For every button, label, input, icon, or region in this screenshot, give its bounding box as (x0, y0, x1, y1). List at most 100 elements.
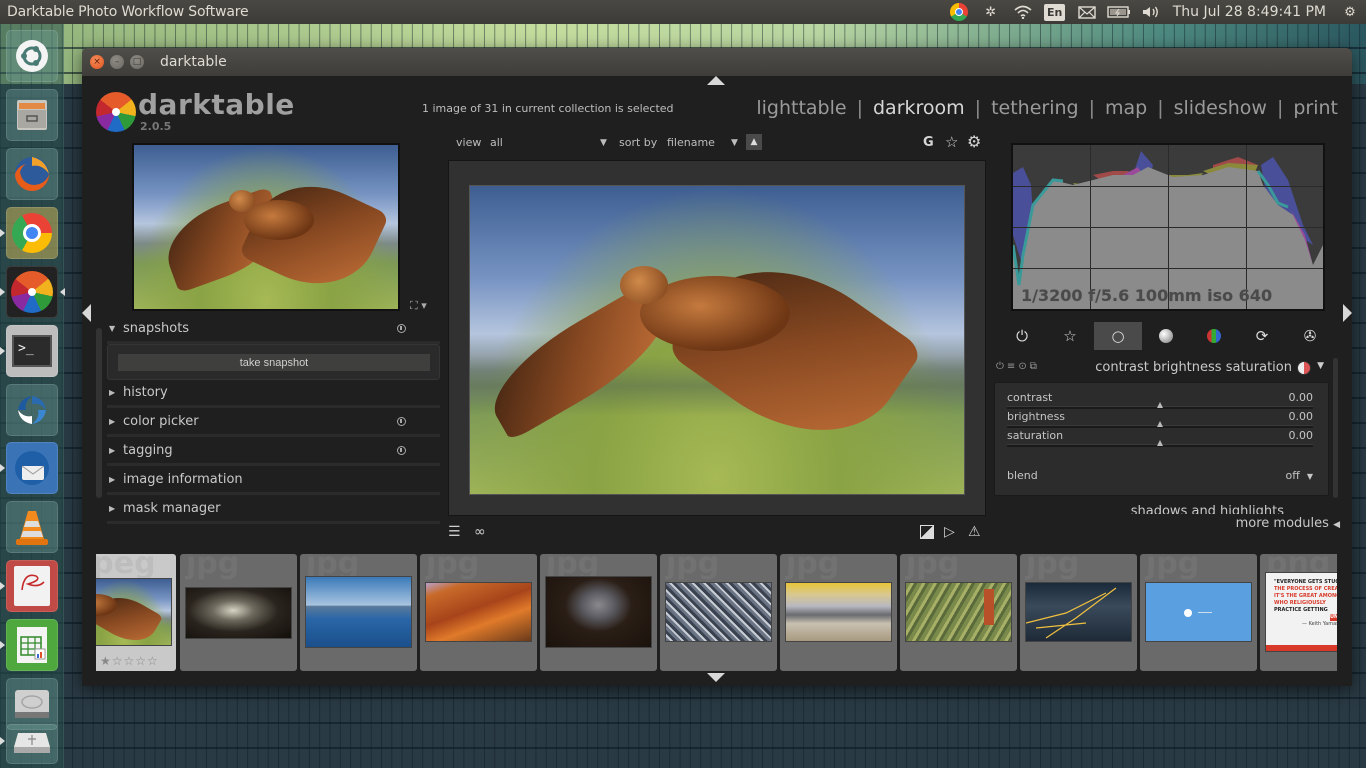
filmstrip-item[interactable]: jpg (660, 554, 777, 671)
launcher-vlc[interactable] (6, 501, 58, 553)
launcher-ubuntu-dash[interactable] (6, 30, 58, 82)
filmstrip-item[interactable]: jpg (180, 554, 297, 671)
filmstrip-item[interactable]: jpg (540, 554, 657, 671)
power-icon[interactable]: ⏻ (998, 322, 1046, 350)
launcher-document-viewer[interactable] (6, 560, 58, 612)
launcher-shotwell[interactable] (6, 384, 58, 436)
effects-aperture-icon[interactable]: ✇ (1286, 322, 1334, 350)
module-snapshots[interactable]: ▼ snapshots (107, 316, 440, 344)
right-panel-scrollbar[interactable] (1333, 358, 1338, 498)
chrome-icon[interactable] (943, 0, 975, 24)
sort-dropdown-icon[interactable]: ▼ (731, 138, 738, 148)
launcher-thunderbird[interactable] (6, 442, 58, 494)
overlay-star-icon[interactable]: ☆ (945, 133, 958, 151)
sync-icon[interactable]: ✲ (975, 0, 1007, 24)
collapse-right-panel-arrow-icon[interactable] (1343, 304, 1352, 322)
reset-icon[interactable] (397, 417, 406, 426)
module-presets-icon[interactable]: ≡ (1007, 361, 1018, 372)
module-reset-icon[interactable]: ⊙ (1018, 361, 1029, 372)
view-print[interactable]: print (1293, 97, 1338, 119)
presets-menu-icon[interactable]: ☰ (448, 524, 461, 540)
module-enable-icon[interactable]: ⏻ (996, 361, 1007, 372)
filmstrip-item[interactable]: png "EVERYONE GETS STUCK THE PROCESS OF … (1260, 554, 1337, 671)
view-tethering[interactable]: tethering (991, 97, 1079, 119)
launcher-firefox[interactable] (6, 148, 58, 200)
filmstrip-item[interactable]: jpg (780, 554, 897, 671)
preferences-gear-icon[interactable]: ⚙ (967, 132, 981, 151)
center-image-area[interactable] (448, 160, 986, 516)
keyboard-language-icon[interactable]: En (1039, 0, 1071, 24)
slider-knob[interactable] (1157, 440, 1163, 446)
launcher-usb-drive[interactable] (6, 724, 58, 764)
overexposure-toggle-icon[interactable] (920, 525, 934, 539)
launcher-terminal[interactable]: >_ (6, 325, 58, 377)
volume-icon[interactable] (1135, 0, 1167, 24)
star-rating[interactable]: ★☆☆☆☆ (100, 654, 159, 668)
contrast-slider[interactable]: contrast 0.00 (1007, 391, 1313, 409)
slider-knob[interactable] (1157, 421, 1163, 427)
launcher-darktable[interactable] (6, 266, 58, 318)
softproof-icon[interactable]: ▷ (944, 524, 955, 540)
favorites-star-icon[interactable]: ☆ (1046, 322, 1094, 350)
collapse-left-panel-arrow-icon[interactable] (82, 304, 91, 322)
saturation-slider[interactable]: saturation 0.00 (1007, 429, 1313, 447)
collapse-top-panel-arrow-icon[interactable] (707, 76, 725, 85)
correction-arrows-icon[interactable]: ⟳ (1238, 322, 1286, 350)
view-lighttable[interactable]: lighttable (756, 97, 846, 119)
view-slideshow[interactable]: slideshow (1174, 97, 1267, 119)
launcher-libreoffice-calc[interactable] (6, 619, 58, 671)
launcher-chrome[interactable] (6, 207, 58, 259)
window-titlebar[interactable]: × – □ darktable (82, 48, 1352, 76)
take-snapshot-button[interactable]: take snapshot (118, 354, 430, 371)
blend-select[interactable]: blend off ▼ (1007, 469, 1313, 482)
reset-icon[interactable] (397, 324, 406, 333)
mail-icon[interactable] (1071, 0, 1103, 24)
module-expand-icon[interactable]: ▼ (1317, 361, 1324, 371)
view-map[interactable]: map (1105, 97, 1147, 119)
view-filter-dropdown-icon[interactable]: ▼ (600, 138, 607, 148)
clock[interactable]: Thu Jul 28 8:49:41 PM (1167, 4, 1334, 20)
module-history[interactable]: ▶ history (107, 380, 440, 408)
module-tagging[interactable]: ▶ tagging (107, 438, 440, 466)
filmstrip[interactable]: jpeg ★☆☆☆☆ jpg jpg jpg (96, 554, 1337, 672)
left-panel-scrollbar[interactable] (96, 328, 102, 498)
sort-direction-button[interactable]: ▲ (746, 134, 762, 150)
maximize-window-button[interactable]: □ (130, 55, 144, 69)
wifi-icon[interactable] (1007, 0, 1039, 24)
view-darkroom[interactable]: darkroom (873, 97, 965, 119)
more-modules-button[interactable]: more modules ◀ (1236, 516, 1340, 531)
module-mask-manager[interactable]: ▶ mask manager (107, 496, 440, 524)
power-gear-icon[interactable]: ⚙ (1334, 0, 1366, 24)
launcher-files[interactable] (6, 89, 58, 141)
grouping-button[interactable]: G (923, 135, 934, 150)
module-header-shadows-and-highlights[interactable]: shadows and highlights (994, 504, 1324, 514)
basic-circle-icon[interactable]: ○ (1094, 322, 1142, 350)
gamut-check-icon[interactable]: ⚠ (968, 524, 981, 540)
module-mask-icon[interactable] (1297, 361, 1311, 375)
slider-knob[interactable] (1157, 402, 1163, 408)
navigation-zoom-dropdown[interactable]: ⛶ ▾ (410, 299, 427, 313)
view-filter-select[interactable]: all (490, 136, 503, 149)
module-header-contrast-brightness-saturation[interactable]: ⏻≡⊙⧉ contrast brightness saturation ▼ (994, 358, 1324, 380)
histogram[interactable]: 1/3200 f/5.6 100mm iso 640 (1011, 143, 1325, 311)
minimize-window-button[interactable]: – (110, 55, 124, 69)
module-color-picker[interactable]: ▶ color picker (107, 409, 440, 437)
collapse-bottom-panel-arrow-icon[interactable] (707, 673, 725, 682)
filmstrip-item[interactable]: jpg (1020, 554, 1137, 671)
styles-icon[interactable]: ∞ (474, 524, 486, 540)
battery-icon[interactable] (1103, 0, 1135, 24)
launcher-disk-drive[interactable] (6, 678, 58, 730)
sort-select[interactable]: filename (667, 136, 715, 149)
brightness-slider[interactable]: brightness 0.00 (1007, 410, 1313, 428)
tone-sphere-icon[interactable] (1142, 322, 1190, 350)
navigation-preview[interactable] (132, 143, 400, 311)
main-photo[interactable] (469, 185, 965, 495)
filmstrip-item[interactable]: jpg (300, 554, 417, 671)
close-window-button[interactable]: × (90, 55, 104, 69)
reset-icon[interactable] (397, 446, 406, 455)
color-rgb-icon[interactable] (1190, 322, 1238, 350)
filmstrip-item[interactable]: jpeg ★☆☆☆☆ (96, 554, 176, 671)
filmstrip-item[interactable]: jpg (1140, 554, 1257, 671)
module-image-information[interactable]: ▶ image information (107, 467, 440, 495)
filmstrip-item[interactable]: jpg (420, 554, 537, 671)
